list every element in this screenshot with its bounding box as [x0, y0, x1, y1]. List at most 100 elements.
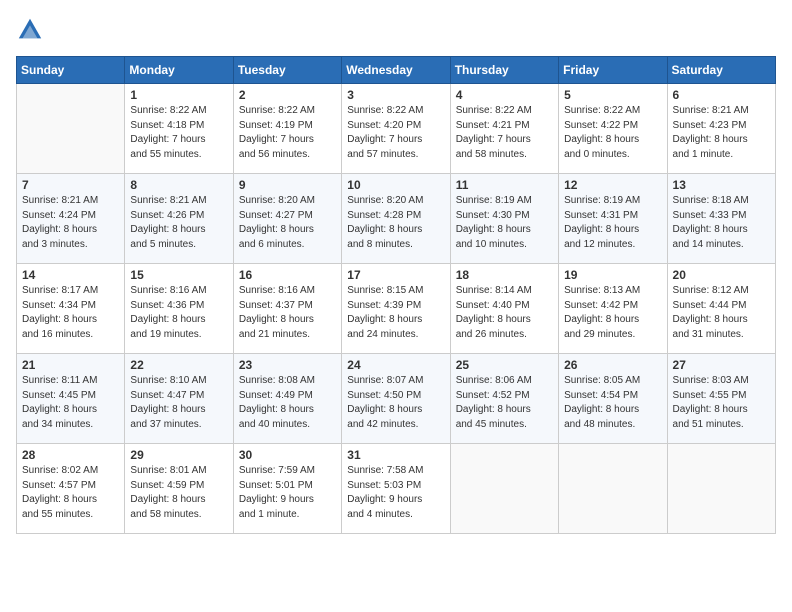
calendar-cell: 26 Sunrise: 8:05 AMSunset: 4:54 PMDayligh…	[559, 354, 667, 444]
calendar-cell: 13 Sunrise: 8:18 AMSunset: 4:33 PMDayligh…	[667, 174, 775, 264]
day-info: Sunrise: 8:22 AMSunset: 4:18 PMDaylight:…	[130, 104, 227, 162]
calendar-cell: 4Sunrise: 8:22 AMSunset: 4:21 PMDaylight…	[450, 84, 558, 174]
week-row-5: 28 Sunrise: 8:02 AMSunset: 4:57 PMDayligh…	[17, 444, 776, 534]
calendar-cell: 8Sunrise: 8:21 AMSunset: 4:26 PMDaylight…	[125, 174, 233, 264]
day-info: Sunrise: 7:58 AMSunset: 5:03 PMDaylight:…	[347, 464, 444, 522]
day-info: Sunrise: 8:21 AMSunset: 4:26 PMDaylight:…	[130, 194, 227, 252]
calendar-cell: 30 Sunrise: 7:59 AMSunset: 5:01 PMDayligh…	[233, 444, 341, 534]
weekday-header-wednesday: Wednesday	[342, 57, 450, 84]
day-info: Sunrise: 8:19 AMSunset: 4:31 PMDaylight:…	[564, 194, 661, 252]
calendar-cell: 16 Sunrise: 8:16 AMSunset: 4:37 PMDayligh…	[233, 264, 341, 354]
day-number: 19	[564, 268, 661, 282]
day-number: 10	[347, 178, 444, 192]
day-info: Sunrise: 8:14 AMSunset: 4:40 PMDaylight:…	[456, 284, 553, 342]
day-number: 21	[22, 358, 119, 372]
day-number: 3	[347, 88, 444, 102]
calendar-cell: 20Sunrise: 8:12 AMSunset: 4:44 PMDayligh…	[667, 264, 775, 354]
day-number: 30	[239, 448, 336, 462]
calendar-cell: 18 Sunrise: 8:14 AMSunset: 4:40 PMDayligh…	[450, 264, 558, 354]
day-info: Sunrise: 8:16 AMSunset: 4:37 PMDaylight:…	[239, 284, 336, 342]
calendar-cell: 7Sunrise: 8:21 AMSunset: 4:24 PMDaylight…	[17, 174, 125, 264]
day-info: Sunrise: 8:08 AMSunset: 4:49 PMDaylight:…	[239, 374, 336, 432]
day-number: 12	[564, 178, 661, 192]
day-info: Sunrise: 8:01 AMSunset: 4:59 PMDaylight:…	[130, 464, 227, 522]
day-number: 9	[239, 178, 336, 192]
day-info: Sunrise: 8:17 AMSunset: 4:34 PMDaylight:…	[22, 284, 119, 342]
day-number: 17	[347, 268, 444, 282]
day-info: Sunrise: 8:21 AMSunset: 4:23 PMDaylight:…	[673, 104, 770, 162]
day-number: 27	[673, 358, 770, 372]
calendar-cell	[450, 444, 558, 534]
day-number: 22	[130, 358, 227, 372]
day-info: Sunrise: 8:19 AMSunset: 4:30 PMDaylight:…	[456, 194, 553, 252]
day-number: 4	[456, 88, 553, 102]
calendar-cell: 6 Sunrise: 8:21 AMSunset: 4:23 PMDaylight…	[667, 84, 775, 174]
weekday-header-thursday: Thursday	[450, 57, 558, 84]
calendar-cell: 22 Sunrise: 8:10 AMSunset: 4:47 PMDayligh…	[125, 354, 233, 444]
calendar-cell: 28 Sunrise: 8:02 AMSunset: 4:57 PMDayligh…	[17, 444, 125, 534]
day-number: 25	[456, 358, 553, 372]
weekday-header-friday: Friday	[559, 57, 667, 84]
day-number: 5	[564, 88, 661, 102]
day-number: 1	[130, 88, 227, 102]
calendar-cell: 29 Sunrise: 8:01 AMSunset: 4:59 PMDayligh…	[125, 444, 233, 534]
day-number: 11	[456, 178, 553, 192]
day-number: 24	[347, 358, 444, 372]
calendar-cell	[559, 444, 667, 534]
day-info: Sunrise: 8:03 AMSunset: 4:55 PMDaylight:…	[673, 374, 770, 432]
day-number: 6	[673, 88, 770, 102]
week-row-3: 14Sunrise: 8:17 AMSunset: 4:34 PMDayligh…	[17, 264, 776, 354]
day-info: Sunrise: 8:10 AMSunset: 4:47 PMDaylight:…	[130, 374, 227, 432]
calendar-cell	[17, 84, 125, 174]
day-info: Sunrise: 8:02 AMSunset: 4:57 PMDaylight:…	[22, 464, 119, 522]
calendar-cell: 27 Sunrise: 8:03 AMSunset: 4:55 PMDayligh…	[667, 354, 775, 444]
weekday-header-row: SundayMondayTuesdayWednesdayThursdayFrid…	[17, 57, 776, 84]
calendar-table: SundayMondayTuesdayWednesdayThursdayFrid…	[16, 56, 776, 534]
weekday-header-monday: Monday	[125, 57, 233, 84]
calendar-cell: 10 Sunrise: 8:20 AMSunset: 4:28 PMDayligh…	[342, 174, 450, 264]
day-number: 13	[673, 178, 770, 192]
calendar-cell: 11 Sunrise: 8:19 AMSunset: 4:30 PMDayligh…	[450, 174, 558, 264]
calendar-cell: 24Sunrise: 8:07 AMSunset: 4:50 PMDayligh…	[342, 354, 450, 444]
calendar-cell: 14Sunrise: 8:17 AMSunset: 4:34 PMDayligh…	[17, 264, 125, 354]
day-info: Sunrise: 7:59 AMSunset: 5:01 PMDaylight:…	[239, 464, 336, 522]
day-info: Sunrise: 8:20 AMSunset: 4:27 PMDaylight:…	[239, 194, 336, 252]
day-info: Sunrise: 8:16 AMSunset: 4:36 PMDaylight:…	[130, 284, 227, 342]
day-info: Sunrise: 8:22 AMSunset: 4:19 PMDaylight:…	[239, 104, 336, 162]
calendar-cell: 3 Sunrise: 8:22 AMSunset: 4:20 PMDaylight…	[342, 84, 450, 174]
day-info: Sunrise: 8:22 AMSunset: 4:20 PMDaylight:…	[347, 104, 444, 162]
calendar-cell: 17Sunrise: 8:15 AMSunset: 4:39 PMDayligh…	[342, 264, 450, 354]
day-number: 23	[239, 358, 336, 372]
calendar-cell: 9 Sunrise: 8:20 AMSunset: 4:27 PMDaylight…	[233, 174, 341, 264]
calendar-cell: 2 Sunrise: 8:22 AMSunset: 4:19 PMDaylight…	[233, 84, 341, 174]
calendar-cell: 31 Sunrise: 7:58 AMSunset: 5:03 PMDayligh…	[342, 444, 450, 534]
day-number: 15	[130, 268, 227, 282]
day-number: 20	[673, 268, 770, 282]
calendar-cell: 12 Sunrise: 8:19 AMSunset: 4:31 PMDayligh…	[559, 174, 667, 264]
day-number: 31	[347, 448, 444, 462]
day-info: Sunrise: 8:18 AMSunset: 4:33 PMDaylight:…	[673, 194, 770, 252]
day-number: 28	[22, 448, 119, 462]
calendar-cell: 23 Sunrise: 8:08 AMSunset: 4:49 PMDayligh…	[233, 354, 341, 444]
day-number: 18	[456, 268, 553, 282]
page-header	[16, 16, 776, 44]
day-number: 2	[239, 88, 336, 102]
logo-icon	[16, 16, 44, 44]
calendar-cell: 5 Sunrise: 8:22 AMSunset: 4:22 PMDaylight…	[559, 84, 667, 174]
calendar-cell: 15 Sunrise: 8:16 AMSunset: 4:36 PMDayligh…	[125, 264, 233, 354]
day-info: Sunrise: 8:22 AMSunset: 4:22 PMDaylight:…	[564, 104, 661, 162]
day-number: 16	[239, 268, 336, 282]
day-info: Sunrise: 8:20 AMSunset: 4:28 PMDaylight:…	[347, 194, 444, 252]
calendar-cell: 19 Sunrise: 8:13 AMSunset: 4:42 PMDayligh…	[559, 264, 667, 354]
calendar-cell: 21 Sunrise: 8:11 AMSunset: 4:45 PMDayligh…	[17, 354, 125, 444]
day-info: Sunrise: 8:13 AMSunset: 4:42 PMDaylight:…	[564, 284, 661, 342]
day-info: Sunrise: 8:21 AMSunset: 4:24 PMDaylight:…	[22, 194, 119, 252]
day-number: 29	[130, 448, 227, 462]
logo	[16, 16, 48, 44]
day-number: 26	[564, 358, 661, 372]
day-info: Sunrise: 8:05 AMSunset: 4:54 PMDaylight:…	[564, 374, 661, 432]
calendar-cell: 1 Sunrise: 8:22 AMSunset: 4:18 PMDaylight…	[125, 84, 233, 174]
calendar-cell: 25Sunrise: 8:06 AMSunset: 4:52 PMDayligh…	[450, 354, 558, 444]
day-info: Sunrise: 8:11 AMSunset: 4:45 PMDaylight:…	[22, 374, 119, 432]
weekday-header-tuesday: Tuesday	[233, 57, 341, 84]
